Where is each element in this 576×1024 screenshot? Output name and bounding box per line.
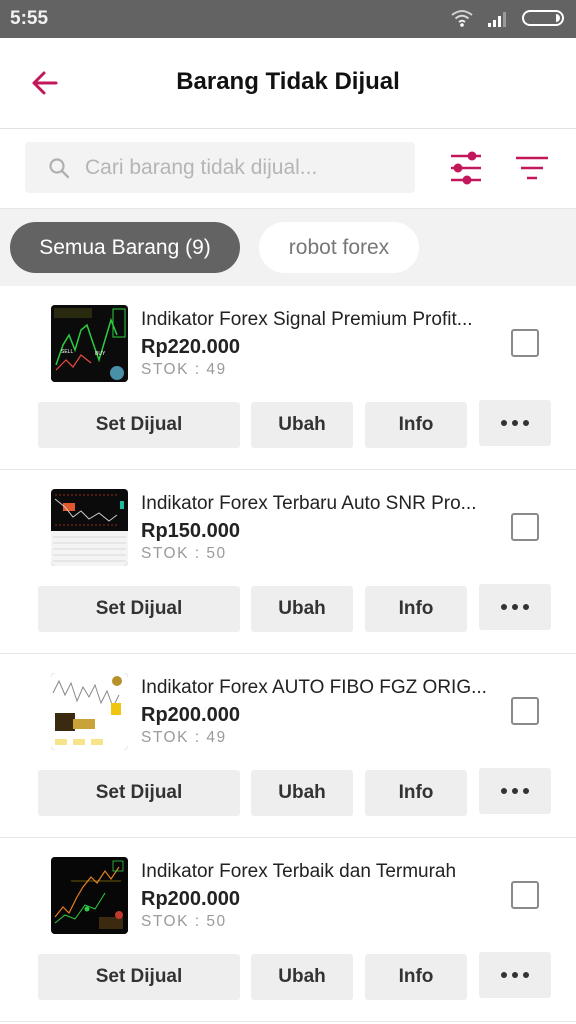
set-dijual-button[interactable]: Set Dijual <box>38 954 240 1000</box>
product-thumbnail[interactable]: SELL BUY <box>51 305 128 382</box>
ubah-button[interactable]: Ubah <box>251 402 353 448</box>
product-price: Rp200.000 <box>141 704 240 726</box>
product-price: Rp150.000 <box>141 520 240 542</box>
status-icons <box>450 9 566 27</box>
chip-semua-barang[interactable]: Semua Barang (9) <box>10 222 240 273</box>
chart-thumbnail-icon: SELL BUY <box>51 305 128 382</box>
select-checkbox[interactable] <box>511 329 539 357</box>
product-price: Rp200.000 <box>141 888 240 910</box>
status-time: 5:55 <box>10 8 49 29</box>
more-button[interactable] <box>479 584 551 630</box>
select-checkbox[interactable] <box>511 513 539 541</box>
product-name[interactable]: Indikator Forex AUTO FIBO FGZ ORIG... <box>141 677 487 699</box>
info-button[interactable]: Info <box>365 770 467 816</box>
product-item: SELL BUY Indikator Forex Signal Premium … <box>0 286 576 470</box>
more-button[interactable] <box>479 768 551 814</box>
search-input[interactable] <box>85 155 405 180</box>
product-thumbnail[interactable] <box>51 489 128 566</box>
page-title: Barang Tidak Dijual <box>176 68 400 95</box>
product-name[interactable]: Indikator Forex Terbaru Auto SNR Pro... <box>141 493 476 515</box>
select-checkbox[interactable] <box>511 881 539 909</box>
more-button[interactable] <box>479 400 551 446</box>
chart-thumbnail-icon <box>51 857 128 934</box>
more-icon <box>501 788 529 794</box>
product-thumbnail[interactable] <box>51 857 128 934</box>
product-item: Indikator Forex Terbaik dan Termurah Rp2… <box>0 838 576 1022</box>
product-stock: STOK : 49 <box>141 729 227 746</box>
signal-icon <box>488 12 506 27</box>
sort-icon[interactable] <box>512 152 552 184</box>
app-bar: Barang Tidak Dijual <box>0 38 576 129</box>
filter-chips: Semua Barang (9) robot forex <box>0 208 576 286</box>
info-button[interactable]: Info <box>365 402 467 448</box>
more-icon <box>501 420 529 426</box>
set-dijual-button[interactable]: Set Dijual <box>38 770 240 816</box>
select-checkbox[interactable] <box>511 697 539 725</box>
svg-text:SELL: SELL <box>61 349 73 355</box>
product-stock: STOK : 50 <box>141 913 227 930</box>
battery-icon <box>522 10 564 26</box>
wifi-icon <box>451 10 473 27</box>
svg-text:BUY: BUY <box>95 351 106 357</box>
set-dijual-button[interactable]: Set Dijual <box>38 402 240 448</box>
product-item: Indikator Forex AUTO FIBO FGZ ORIG... Rp… <box>0 654 576 838</box>
search-box[interactable] <box>25 142 415 193</box>
search-icon <box>49 157 70 178</box>
more-icon <box>501 604 529 610</box>
product-name[interactable]: Indikator Forex Terbaik dan Termurah <box>141 861 456 883</box>
set-dijual-button[interactable]: Set Dijual <box>38 586 240 632</box>
info-button[interactable]: Info <box>365 586 467 632</box>
chip-robot-forex[interactable]: robot forex <box>259 222 419 273</box>
product-item: Indikator Forex Terbaru Auto SNR Pro... … <box>0 470 576 654</box>
product-list: SELL BUY Indikator Forex Signal Premium … <box>0 286 576 1022</box>
chart-thumbnail-icon <box>51 489 128 566</box>
chart-thumbnail-icon <box>51 673 128 750</box>
product-price: Rp220.000 <box>141 336 240 358</box>
product-name[interactable]: Indikator Forex Signal Premium Profit... <box>141 309 473 331</box>
product-thumbnail[interactable] <box>51 673 128 750</box>
search-row <box>0 130 576 208</box>
sliders-icon[interactable] <box>446 150 486 186</box>
ubah-button[interactable]: Ubah <box>251 770 353 816</box>
more-icon <box>501 972 529 978</box>
status-bar: 5:55 <box>0 0 576 38</box>
info-button[interactable]: Info <box>365 954 467 1000</box>
more-button[interactable] <box>479 952 551 998</box>
product-stock: STOK : 49 <box>141 361 227 378</box>
product-stock: STOK : 50 <box>141 545 227 562</box>
ubah-button[interactable]: Ubah <box>251 954 353 1000</box>
ubah-button[interactable]: Ubah <box>251 586 353 632</box>
